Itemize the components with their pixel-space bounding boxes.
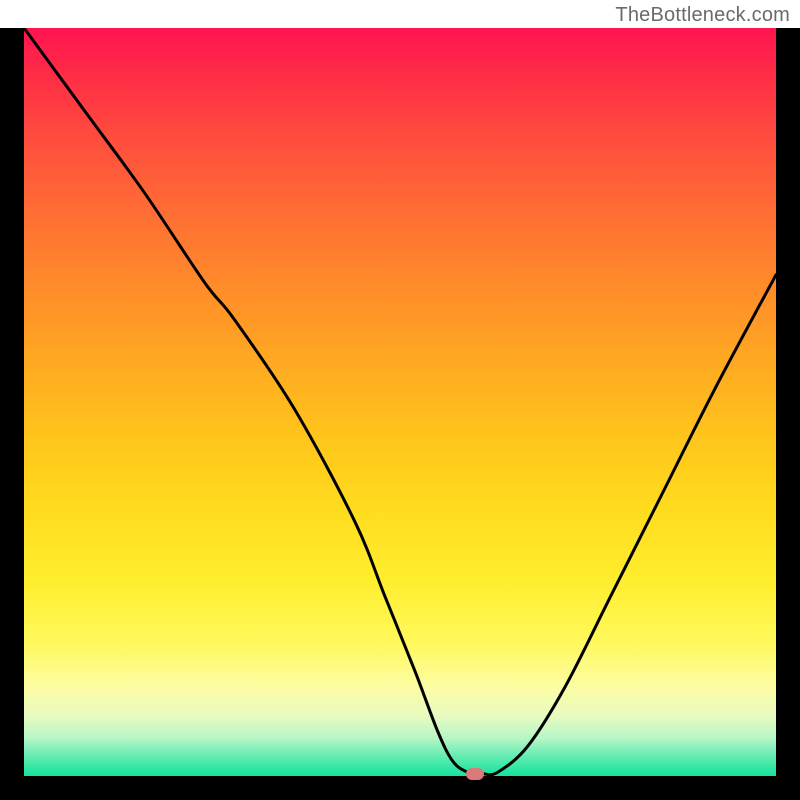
bottleneck-curve [24,28,776,776]
plot-area [24,28,776,776]
chart-frame [0,28,800,800]
attribution-text: TheBottleneck.com [615,4,790,27]
optimal-point-marker [466,768,484,780]
chart-container: TheBottleneck.com [0,0,800,800]
